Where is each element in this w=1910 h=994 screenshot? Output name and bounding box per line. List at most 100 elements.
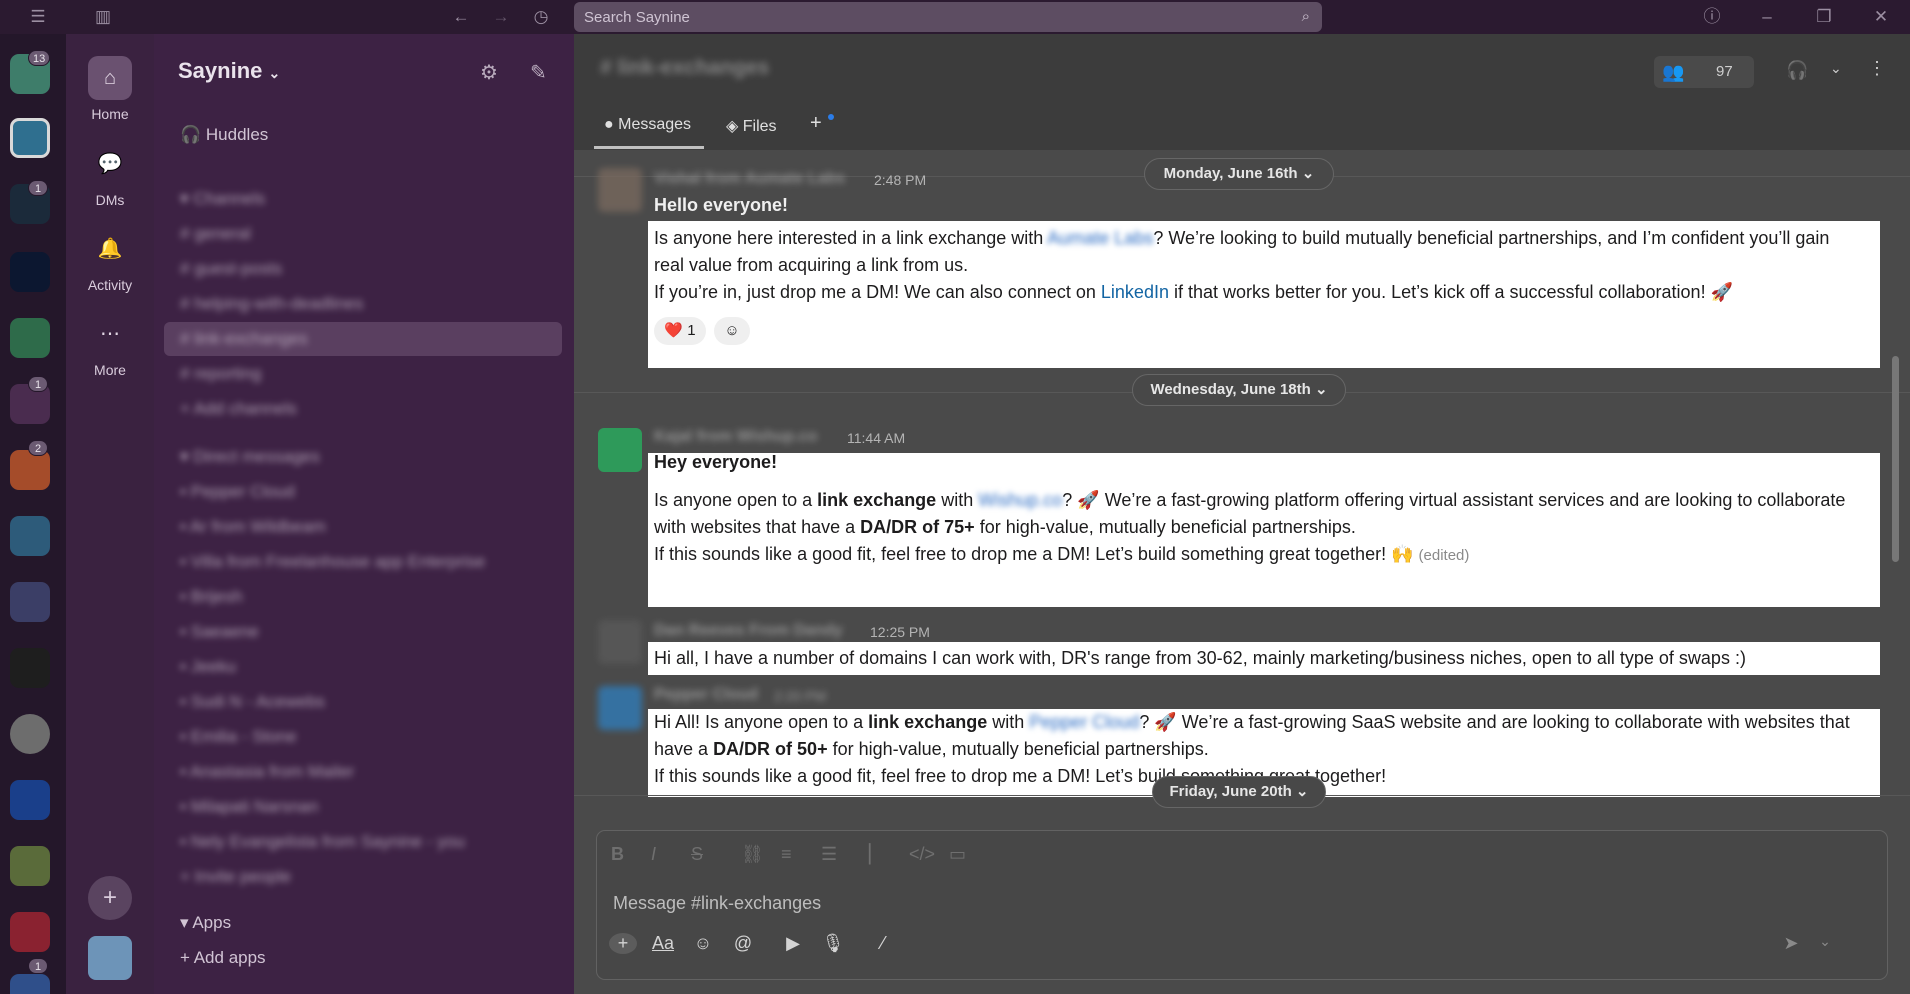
help-icon[interactable]: ⓘ — [1701, 6, 1723, 28]
video-icon[interactable]: ▶ — [779, 933, 807, 954]
channel-title[interactable]: # link-exchanges — [600, 56, 769, 80]
message-time[interactable]: 2:20 PM — [774, 688, 826, 704]
link-icon[interactable]: ⛓ — [741, 844, 764, 865]
members-button[interactable]: 👥 97 — [1654, 56, 1754, 88]
linkedin-link[interactable]: LinkedIn — [1101, 282, 1169, 302]
tab-messages[interactable]: ● Messages — [604, 116, 691, 134]
avatar[interactable] — [598, 620, 642, 664]
settings-gear-icon[interactable]: ⚙ — [480, 60, 498, 85]
sidebar-dm[interactable]: ▪ Emilia - Stone — [180, 724, 297, 750]
sidebar-channel[interactable]: # reporting — [180, 361, 261, 387]
nav-dms[interactable]: 💬 DMs — [66, 142, 154, 208]
message-author[interactable]: Dan Reeves From Dandy — [654, 622, 843, 640]
minimize-icon[interactable]: – — [1756, 6, 1778, 28]
code-block-icon[interactable]: ▭ — [949, 844, 966, 865]
apps-header[interactable]: ▾ Apps — [180, 910, 231, 936]
formatting-toggle-icon[interactable]: Aa — [649, 933, 677, 954]
strikethrough-icon[interactable]: S — [691, 844, 703, 865]
website-link[interactable]: Wishup.co — [978, 490, 1062, 510]
invite-people[interactable]: + Invite people — [180, 864, 291, 890]
workspace-icon[interactable] — [10, 318, 50, 358]
workspace-icon[interactable] — [10, 450, 50, 490]
maximize-icon[interactable]: ❐ — [1813, 6, 1835, 28]
workspace-icon[interactable] — [10, 714, 50, 754]
sidebar-channel[interactable]: # general — [180, 221, 251, 247]
workspace-icon[interactable] — [10, 252, 50, 292]
plus-icon[interactable]: + — [609, 933, 637, 954]
code-icon[interactable]: </> — [909, 844, 935, 865]
workspace-icon[interactable] — [10, 582, 50, 622]
date-pill[interactable]: Monday, June 16th ⌄ — [1144, 158, 1334, 190]
date-pill[interactable]: Wednesday, June 18th ⌄ — [1132, 374, 1346, 406]
sidebar-dm[interactable]: ▪ Jeeku — [180, 654, 236, 680]
nav-home[interactable]: ⌂ Home — [66, 56, 154, 122]
mention-icon[interactable]: @ — [729, 933, 757, 954]
huddle-headphones-icon[interactable]: 🎧 — [1786, 60, 1808, 81]
avatar[interactable] — [598, 686, 642, 730]
workspace-icon-active[interactable] — [10, 118, 50, 158]
sidebar-dm[interactable]: ▪ Nely Evangelista from Saynine - you — [180, 829, 465, 855]
message-time[interactable]: 12:25 PM — [870, 624, 930, 640]
nav-activity[interactable]: 🔔 Activity — [66, 227, 154, 293]
send-icon[interactable]: ➤ — [1777, 933, 1805, 954]
sidebar-dm[interactable]: ▪ Villa from Freelanhouse app Enterprise — [180, 549, 485, 575]
message-author[interactable]: Kajal from Wishup.co — [654, 428, 817, 446]
sidebar-channel[interactable]: # guest-posts — [180, 256, 282, 282]
send-options-chevron-icon[interactable]: ⌄ — [1811, 933, 1839, 950]
sidebar-dm[interactable]: ▪ Ar from Wildbeam — [180, 514, 326, 540]
add-apps[interactable]: + Add apps — [180, 945, 266, 971]
dm-header[interactable]: ▾ Direct messages — [180, 444, 320, 470]
workspace-icon[interactable] — [10, 912, 50, 952]
user-avatar[interactable] — [88, 936, 132, 980]
workspace-icon[interactable] — [10, 780, 50, 820]
sidebar-dm[interactable]: ▪ Pepper Cloud — [180, 479, 295, 505]
avatar[interactable] — [598, 428, 642, 472]
menu-icon[interactable]: ☰ — [27, 6, 49, 28]
add-tab-button[interactable]: + — [810, 112, 822, 135]
ordered-list-icon[interactable]: ≡ — [781, 844, 792, 865]
message-author[interactable]: Vishal from Aumate Labs — [654, 170, 845, 188]
date-pill[interactable]: Friday, June 20th ⌄ — [1152, 776, 1326, 808]
add-workspace-icon[interactable]: + — [88, 876, 132, 920]
message-author[interactable]: Pepper Cloud — [654, 686, 758, 704]
bullet-list-icon[interactable]: ☰ — [821, 844, 837, 865]
forward-arrow-icon[interactable]: → — [490, 6, 512, 28]
sidebar-dm[interactable]: ▪ Anastasia from Mailer — [180, 759, 354, 785]
sidebar-dm[interactable]: ▪ Milapati Narsnan — [180, 794, 318, 820]
slash-command-icon[interactable]: ⁄ — [869, 933, 897, 954]
website-link[interactable]: Aumate Labs — [1047, 228, 1153, 248]
history-icon[interactable]: ◷ — [530, 6, 552, 28]
search-bar[interactable]: Search Saynine ⌕ — [574, 2, 1322, 32]
close-icon[interactable]: ✕ — [1870, 6, 1892, 28]
message-time[interactable]: 11:44 AM — [847, 430, 905, 446]
avatar[interactable] — [598, 168, 642, 212]
emoji-icon[interactable]: ☺ — [689, 933, 717, 954]
sidebar-channel[interactable]: # helping-with-deadlines — [180, 291, 363, 317]
channels-header[interactable]: ▾ Channels — [180, 186, 265, 212]
sidebar-huddles[interactable]: 🎧 Huddles — [180, 122, 268, 148]
kebab-menu-icon[interactable]: ⋮ — [1868, 58, 1886, 79]
add-reaction-icon[interactable]: ☺ — [714, 317, 750, 345]
nav-more[interactable]: ⋯ More — [66, 312, 154, 378]
blockquote-icon[interactable]: ▏ — [869, 844, 883, 865]
tab-files[interactable]: ◈ Files — [726, 116, 777, 136]
sidebar-toggle-icon[interactable]: ▥ — [92, 6, 114, 28]
sidebar-dm[interactable]: ▪ Brijesh — [180, 584, 243, 610]
sidebar-channel-active[interactable]: # link-exchanges — [180, 326, 308, 352]
scrollbar[interactable] — [1892, 356, 1899, 562]
composer-placeholder[interactable]: Message #link-exchanges — [613, 893, 821, 914]
back-arrow-icon[interactable]: ← — [450, 6, 472, 28]
sidebar-dm[interactable]: ▪ Saeaene — [180, 619, 259, 645]
message-time[interactable]: 2:48 PM — [874, 172, 926, 188]
microphone-icon[interactable]: 🎙 — [819, 933, 847, 954]
compose-icon[interactable]: ✎ — [530, 60, 547, 85]
italic-icon[interactable]: I — [651, 844, 656, 865]
add-channels[interactable]: + Add channels — [180, 396, 297, 422]
bold-icon[interactable]: B — [611, 844, 624, 865]
reaction-heart[interactable]: ❤️ 1 — [654, 317, 706, 345]
chevron-down-icon[interactable]: ⌄ — [1830, 60, 1842, 77]
workspace-icon[interactable] — [10, 516, 50, 556]
sidebar-dm[interactable]: ▪ Sudi N - Acewebs — [180, 689, 325, 715]
workspace-icon[interactable] — [10, 846, 50, 886]
workspace-icon[interactable] — [10, 974, 50, 994]
